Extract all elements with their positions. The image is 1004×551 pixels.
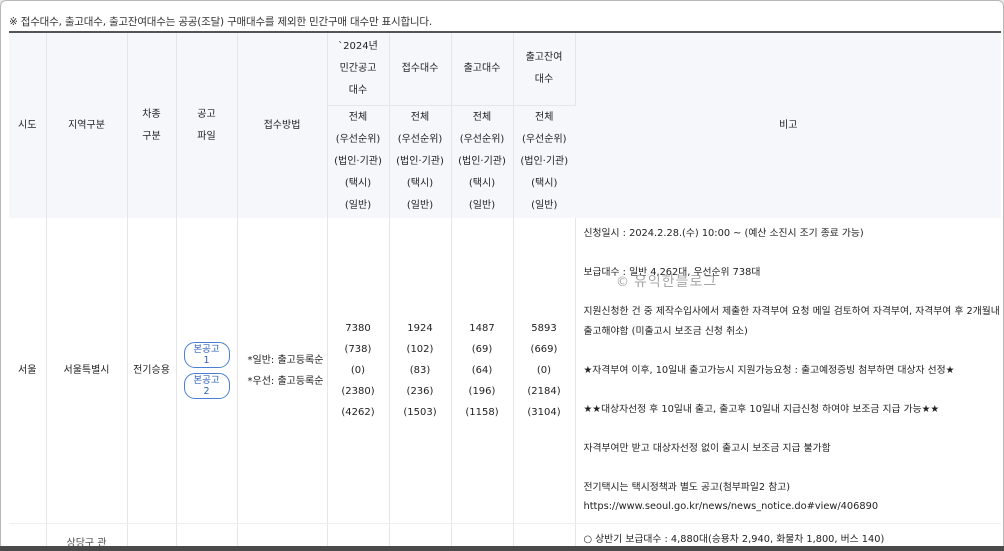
cell-private-notice: 7380 (738) (0) (2380) (4262) <box>327 218 390 524</box>
header-region: 지역구분 <box>46 32 128 218</box>
subsidy-table: 시도 지역구분 차종 구분 공고 파일 접수방법 `2024년 민간공고 대수 접수대수… <box>9 31 1001 550</box>
breakdown-remaining: 전체 (우선순위) (법인·기관) (택시) (일반) <box>513 105 575 218</box>
cell-remaining: 5893 (669) (0) (2184) (3104) <box>513 218 576 524</box>
header-remarks: 비고 <box>575 32 1001 218</box>
watermark: © 유익한블로그 <box>616 274 718 290</box>
header-sido: 시도 <box>9 32 47 218</box>
table-row: 서울 서울특별시 전기승용 본공고 1 본공고 2 *일반: 출고등록순 *우선: 출… <box>9 218 1001 524</box>
cell-shipped: 1487 (69) (64) (196) (1158) <box>451 218 514 524</box>
header-received: 접수대수 <box>389 32 452 106</box>
header-method: 접수방법 <box>237 32 328 218</box>
header-shipped: 출고대수 <box>451 32 514 106</box>
cell-region: 서울특별시 <box>46 218 128 524</box>
bottom-bar <box>0 546 1004 551</box>
cell-remarks: 신청일시 : 2024.2.28.(수) 10:00 ~ (예산 소진시 조기 … <box>575 218 1001 524</box>
cell-files: 본공고 1 본공고 2 <box>176 218 238 524</box>
cell-method: *일반: 출고등록순 *우선: 출고등록순 <box>237 218 328 524</box>
header-notice-file: 공고 파일 <box>176 32 238 218</box>
header-remaining: 출고잔여 대수 <box>513 32 576 106</box>
notice-file-1-button[interactable]: 본공고 1 <box>183 341 230 368</box>
notice-file-2-button[interactable]: 본공고 2 <box>183 372 230 399</box>
header-car-type: 차종 구분 <box>127 32 177 218</box>
cell-car-type: 전기승용 <box>127 218 177 524</box>
seoul-notice-link[interactable]: https://www.seoul.go.kr/news/news_notice… <box>584 497 994 517</box>
breakdown-private: 전체 (우선순위) (법인·기관) (택시) (일반) <box>327 105 390 218</box>
cell-sido: 서울 <box>9 218 47 524</box>
copyright-icon: © <box>616 275 630 290</box>
breakdown-shipped: 전체 (우선순위) (법인·기관) (택시) (일반) <box>451 105 514 218</box>
breakdown-received: 전체 (우선순위) (법인·기관) (택시) (일반) <box>389 105 452 218</box>
notice-text: ※ 접수대수, 출고대수, 출고잔여대수는 공공(조달) 구매대수를 제외한 민… <box>9 16 432 28</box>
cell-received: 1924 (102) (83) (236) (1503) <box>389 218 452 524</box>
header-private-notice: `2024년 민간공고 대수 <box>327 32 390 106</box>
page-frame: ※ 접수대수, 출고대수, 출고잔여대수는 공공(조달) 구매대수를 제외한 민… <box>0 0 1004 551</box>
